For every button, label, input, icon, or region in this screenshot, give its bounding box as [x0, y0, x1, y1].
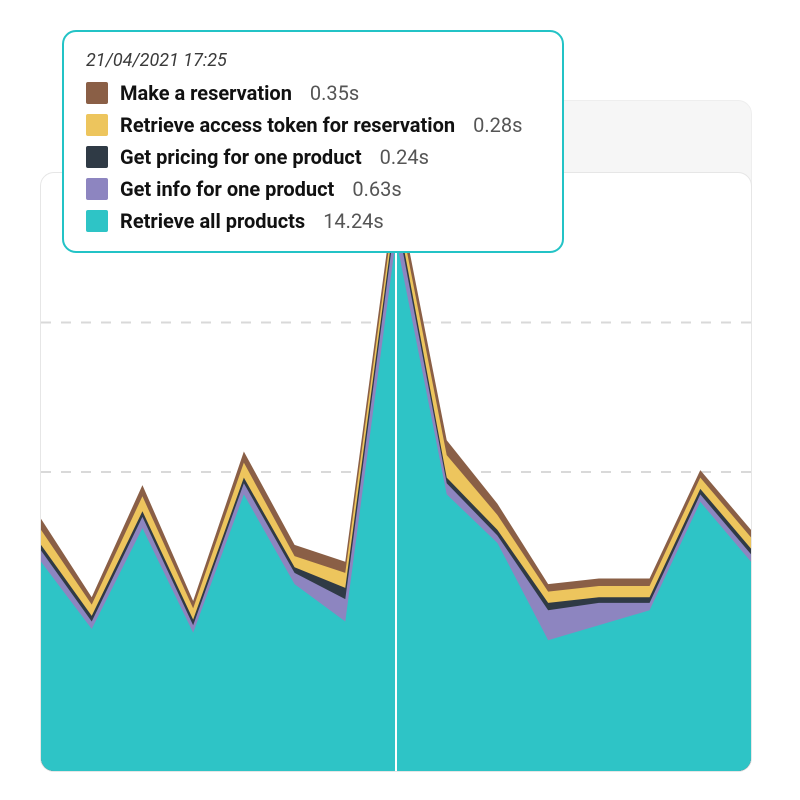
- tooltip-label: Retrieve all products: [120, 209, 305, 233]
- tooltip-swatch: [86, 210, 108, 232]
- tooltip-row: Get pricing for one product 0.24s: [86, 145, 540, 169]
- tooltip-swatch: [86, 178, 108, 200]
- tooltip-label: Get pricing for one product: [120, 145, 362, 169]
- chart-tooltip: 21/04/2021 17:25 Make a reservation 0.35s…: [62, 30, 564, 253]
- tooltip-timestamp: 21/04/2021 17:25: [86, 50, 540, 71]
- tooltip-swatch: [86, 114, 108, 136]
- tooltip-label: Make a reservation: [120, 81, 292, 105]
- tooltip-value: 0.35s: [310, 81, 359, 105]
- tooltip-value: 0.24s: [380, 145, 429, 169]
- tooltip-label: Retrieve access token for reservation: [120, 113, 455, 137]
- tooltip-row: Retrieve access token for reservation 0.2…: [86, 113, 540, 137]
- tooltip-swatch: [86, 146, 108, 168]
- tooltip-row: Get info for one product 0.63s: [86, 177, 540, 201]
- tooltip-row: Retrieve all products 14.24s: [86, 209, 540, 233]
- tooltip-row: Make a reservation 0.35s: [86, 81, 540, 105]
- stacked-area-chart: [41, 173, 751, 771]
- tooltip-swatch: [86, 82, 108, 104]
- tooltip-value: 0.63s: [352, 177, 401, 201]
- tooltip-value: 14.24s: [323, 209, 384, 233]
- tooltip-value: 0.28s: [473, 113, 522, 137]
- chart-card: [40, 172, 752, 772]
- tooltip-label: Get info for one product: [120, 177, 334, 201]
